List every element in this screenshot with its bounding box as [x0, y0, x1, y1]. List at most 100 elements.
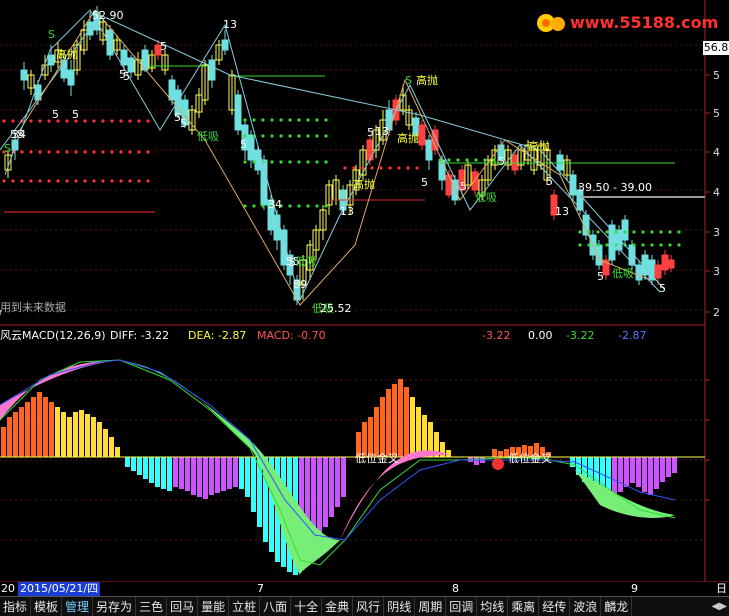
- level-dot: [110, 150, 114, 154]
- level-dot: [288, 118, 292, 122]
- level-dot: [288, 204, 292, 208]
- candle-body: [661, 254, 669, 271]
- level-dot: [361, 166, 365, 170]
- macd-bar: [85, 414, 90, 457]
- tab-9[interactable]: 十全: [291, 597, 323, 616]
- level-dot: [315, 134, 319, 138]
- level-dot: [279, 134, 283, 138]
- tab-5[interactable]: 回马: [167, 597, 199, 616]
- level-dot: [578, 243, 582, 247]
- level-dot: [101, 119, 105, 123]
- level-dot: [146, 150, 150, 154]
- level-dot: [47, 179, 51, 183]
- macd-bar: [61, 412, 66, 457]
- macd-value: MACD: -0.70: [257, 329, 326, 342]
- level-dot: [474, 158, 478, 162]
- macd-bar: [398, 379, 403, 457]
- candle-body: [654, 264, 662, 279]
- level-dot: [465, 158, 469, 162]
- tab-19[interactable]: 麟龙: [601, 597, 633, 616]
- level-dot: [297, 204, 301, 208]
- macd-bar: [13, 412, 18, 457]
- macd-bar: [7, 417, 12, 457]
- level-dot: [306, 118, 310, 122]
- tab-11[interactable]: 风行: [353, 597, 385, 616]
- level-dot: [279, 118, 283, 122]
- tab-7[interactable]: 立桩: [229, 597, 261, 616]
- level-dot: [650, 230, 654, 234]
- level-dot: [343, 166, 347, 170]
- tab-4[interactable]: 三色: [136, 597, 168, 616]
- level-dot: [20, 150, 24, 154]
- macd-bar: [386, 389, 391, 457]
- level-dot: [65, 119, 69, 123]
- level-dot: [74, 179, 78, 183]
- macd-bar: [660, 457, 665, 482]
- level-dot: [659, 243, 663, 247]
- signal-sell-label: 高抛: [528, 139, 550, 153]
- signal-sell-label: 高抛: [56, 47, 78, 61]
- level-dot: [668, 230, 672, 234]
- tab-0[interactable]: 指标: [0, 597, 32, 616]
- tab-1[interactable]: 模板: [31, 597, 63, 616]
- date-axis: 20 7 8 9 日: [0, 582, 729, 596]
- tab-scroll-arrows-icon[interactable]: ◀▶: [712, 597, 727, 616]
- macd-bar: [341, 457, 346, 497]
- tab-17[interactable]: 经传: [539, 597, 571, 616]
- date-month-label: 9: [631, 582, 638, 595]
- level-dot: [578, 230, 582, 234]
- logo-text: www.55188.com: [570, 13, 719, 32]
- level-dot: [659, 230, 663, 234]
- candle-body: [366, 139, 374, 161]
- level-dot: [243, 118, 247, 122]
- macd-bar: [137, 457, 142, 475]
- level-dot: [83, 179, 87, 183]
- macd-bar: [335, 457, 340, 507]
- wave-count-label: 13: [375, 125, 389, 138]
- macd-bar: [25, 402, 30, 457]
- macd-bar: [125, 457, 130, 467]
- candle-body: [595, 244, 603, 266]
- level-dot: [137, 150, 141, 154]
- tab-6[interactable]: 量能: [198, 597, 230, 616]
- level-dot: [29, 150, 33, 154]
- date-month-label: 7: [257, 582, 264, 595]
- macd-bar: [79, 410, 84, 457]
- level-dot: [641, 230, 645, 234]
- level-dot: [128, 179, 132, 183]
- tab-3[interactable]: 另存为: [93, 597, 137, 616]
- macd-bar: [149, 457, 154, 483]
- wave-count-label: 34: [268, 198, 282, 211]
- chart-canvas[interactable]: 554433255555135551355 5555341355513345558…: [0, 0, 729, 616]
- level-dot: [270, 160, 274, 164]
- level-dot: [370, 166, 374, 170]
- level-dot: [65, 179, 69, 183]
- tab-10[interactable]: 金典: [322, 597, 354, 616]
- wave-count-label: 5: [421, 176, 428, 189]
- candle-body: [106, 29, 114, 56]
- gold-cross-label: 低位金叉: [508, 451, 552, 465]
- tab-14[interactable]: 回调: [446, 597, 478, 616]
- level-dot: [261, 134, 265, 138]
- candle-body: [273, 214, 281, 241]
- macd-bar: [672, 457, 677, 473]
- level-dot: [306, 134, 310, 138]
- tab-18[interactable]: 波浪: [570, 597, 602, 616]
- wave-count-label: 5: [460, 180, 467, 193]
- tab-16[interactable]: 乘离: [508, 597, 540, 616]
- signal-buy-label: 低吸: [197, 130, 219, 143]
- tab-15[interactable]: 均线: [477, 597, 509, 616]
- macd-info: -2.87: [618, 329, 646, 342]
- tab-13[interactable]: 周期: [415, 597, 447, 616]
- tab-12[interactable]: 阴线: [384, 597, 416, 616]
- macd-bar: [43, 397, 48, 457]
- tab-8[interactable]: 八面: [260, 597, 292, 616]
- candle-body: [168, 79, 176, 101]
- level-dot: [128, 150, 132, 154]
- level-dot: [261, 118, 265, 122]
- tab-2[interactable]: 管理: [62, 597, 94, 616]
- level-dot: [406, 166, 410, 170]
- macd-bar: [115, 447, 120, 457]
- low-price-label: 25.52: [320, 302, 352, 315]
- candle-body: [425, 139, 433, 161]
